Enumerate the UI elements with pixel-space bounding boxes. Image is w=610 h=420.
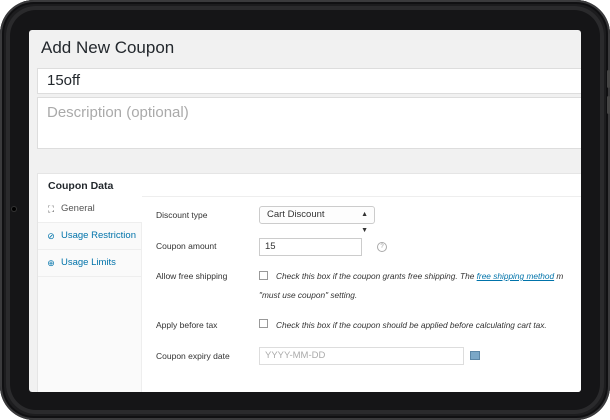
panel-title: Coupon Data [38, 174, 581, 197]
coupon-tabs: ⛶ General ⊘ Usage Restriction ⊕ Usage Li… [38, 196, 142, 392]
tab-usage-limits[interactable]: ⊕ Usage Limits [38, 250, 141, 277]
expiry-date-label: Coupon expiry date [156, 351, 230, 361]
select-caret-icon: ▲ ▼ [361, 211, 368, 234]
tablet-frame: Add New Coupon 15off Description (option… [0, 0, 610, 420]
help-icon[interactable]: ? [377, 242, 387, 252]
calendar-icon[interactable] [470, 351, 480, 360]
discount-type-label: Discount type [156, 210, 208, 220]
desc-text-tail: m [554, 271, 564, 281]
limits-icon: ⊕ [47, 258, 55, 268]
discount-type-select[interactable]: Cart Discount ▲ ▼ [259, 206, 375, 234]
coupon-amount-label: Coupon amount [156, 241, 217, 251]
desc-text: Check this box if the coupon grants free… [276, 271, 477, 281]
tab-general[interactable]: ⛶ General [38, 196, 142, 223]
coupon-amount-input[interactable]: 15 [259, 238, 362, 256]
coupon-data-panel: Coupon Data ⛶ General ⊘ Usage Restrictio… [37, 173, 581, 392]
discount-type-value: Cart Discount [267, 209, 325, 220]
free-shipping-description: Check this box if the coupon grants free… [276, 271, 563, 281]
tab-label: General [61, 203, 95, 214]
tab-usage-restriction[interactable]: ⊘ Usage Restriction [38, 223, 141, 250]
restriction-icon: ⊘ [47, 231, 55, 241]
free-shipping-checkbox[interactable] [259, 271, 268, 280]
free-shipping-method-link[interactable]: free shipping method [477, 271, 555, 281]
apply-before-tax-checkbox[interactable] [259, 319, 268, 328]
general-icon: ⛶ [47, 204, 55, 214]
apply-before-tax-label: Apply before tax [156, 320, 218, 330]
coupon-code-input[interactable]: 15off [37, 68, 581, 94]
apply-before-tax-description: Check this box if the coupon should be a… [276, 320, 547, 330]
free-shipping-description-line2: "must use coupon" setting. [259, 290, 358, 300]
free-shipping-label: Allow free shipping [156, 271, 228, 281]
tab-label: Usage Restriction [61, 230, 136, 241]
page-title: Add New Coupon [41, 38, 175, 57]
screen: Add New Coupon 15off Description (option… [29, 30, 581, 392]
camera-icon [12, 207, 16, 211]
tab-label: Usage Limits [61, 257, 116, 268]
description-field[interactable]: Description (optional) [37, 97, 581, 149]
general-fields: Discount type Cart Discount ▲ ▼ Coupon am… [141, 196, 581, 392]
expiry-date-input[interactable]: YYYY-MM-DD [259, 347, 464, 365]
